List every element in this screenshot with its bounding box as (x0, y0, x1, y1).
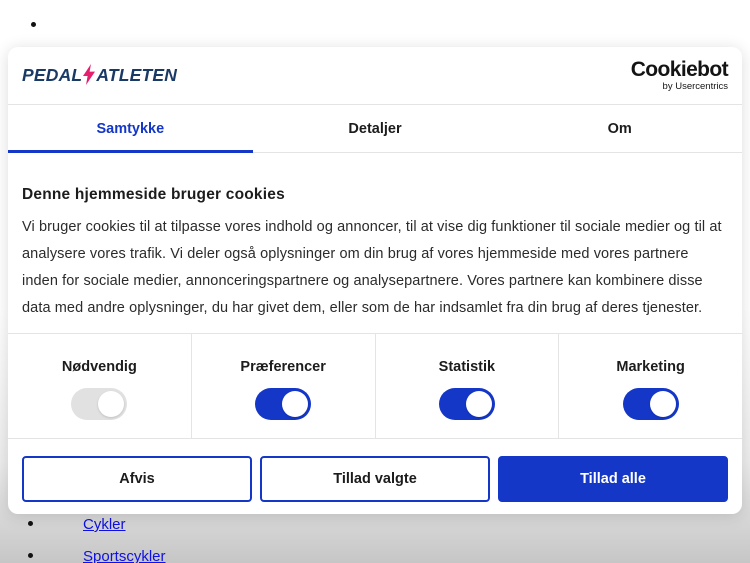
cookiebot-byline: by Usercentrics (662, 81, 728, 93)
toggle-marketing[interactable] (622, 388, 679, 420)
category-label: Statistik (438, 359, 496, 375)
category-nodvendig: Nødvendig (8, 334, 191, 438)
toggle-nodvendig (71, 388, 128, 420)
cookiebot-wordmark: Cookiebot (630, 58, 729, 82)
category-label: Marketing (616, 359, 685, 375)
dialog-header: PEDAL ATLETEN Cookiebot by Usercentrics (8, 47, 742, 104)
toggle-statistik[interactable] (438, 388, 495, 420)
pedalatleten-logo: PEDAL ATLETEN (22, 64, 177, 87)
cookie-consent-dialog: PEDAL ATLETEN Cookiebot by Usercentrics … (8, 47, 742, 514)
allow-selection-button[interactable]: Tillad valgte (260, 456, 490, 502)
toggle-knob (98, 391, 125, 417)
toggle-knob (649, 391, 676, 417)
allow-all-button[interactable]: Tillad alle (498, 456, 728, 502)
consent-text: Denne hjemmeside bruger cookies Vi bruge… (8, 153, 742, 322)
brand-text-pedal: PEDAL (22, 65, 83, 85)
tab-samtykke[interactable]: Samtykke (8, 105, 253, 153)
category-praeferencer: Præferencer (190, 334, 375, 438)
tab-bar: Samtykke Detaljer Om (8, 104, 742, 153)
category-label: Præferencer (240, 359, 326, 375)
dialog-description: Vi bruger cookies til at tilpasse vores … (22, 219, 722, 316)
list-bullet (28, 521, 33, 526)
link-sportscykler[interactable]: Sportscykler (83, 548, 166, 563)
lightning-bolt-icon (83, 64, 96, 85)
tab-om[interactable]: Om (497, 105, 742, 152)
cookie-categories: Nødvendig Præferencer Statistik Marketin… (8, 333, 742, 439)
cookiebot-logo[interactable]: Cookiebot by Usercentrics (630, 58, 729, 93)
brand-text-atleten: ATLETEN (96, 65, 178, 85)
toggle-praeferencer[interactable] (255, 388, 312, 420)
category-marketing: Marketing (558, 334, 742, 438)
category-label: Nødvendig (61, 359, 137, 375)
consent-actions: Afvis Tillad valgte Tillad alle (22, 456, 728, 502)
list-bullet (31, 22, 36, 27)
tab-detaljer[interactable]: Detaljer (253, 105, 498, 152)
toggle-knob (465, 391, 492, 417)
list-bullet (28, 553, 33, 558)
deny-button[interactable]: Afvis (22, 456, 252, 502)
category-statistik: Statistik (374, 334, 559, 438)
link-cykler[interactable]: Cykler (83, 516, 126, 533)
dialog-title: Denne hjemmeside bruger cookies (22, 186, 285, 203)
toggle-knob (282, 391, 309, 417)
